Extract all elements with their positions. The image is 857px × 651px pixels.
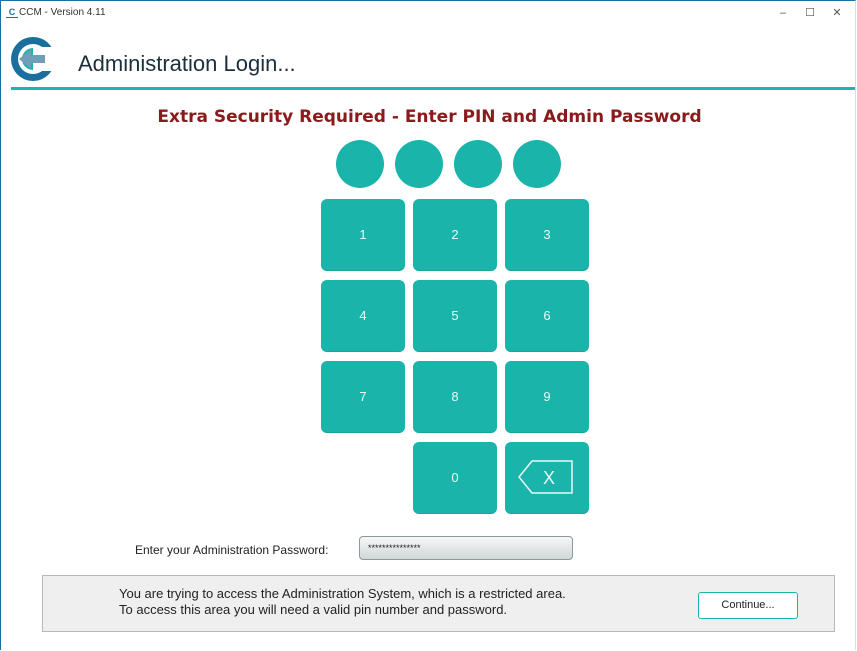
pin-dot bbox=[336, 140, 384, 188]
info-text-line-1: You are trying to access the Administrat… bbox=[119, 586, 566, 601]
header: Administration Login... bbox=[1, 25, 855, 87]
backspace-glyph: X bbox=[543, 468, 555, 488]
app-window: C CCM - Version 4.11 – ☐ ✕ Administratio… bbox=[0, 0, 856, 650]
pin-indicator bbox=[336, 140, 566, 188]
key-0[interactable]: 0 bbox=[413, 442, 497, 514]
password-field[interactable] bbox=[359, 536, 573, 560]
password-label: Enter your Administration Password: bbox=[135, 543, 329, 557]
backspace-key[interactable]: X bbox=[505, 442, 589, 514]
key-4[interactable]: 4 bbox=[321, 280, 405, 352]
continue-button[interactable]: Continue... bbox=[698, 592, 798, 619]
info-panel: You are trying to access the Administrat… bbox=[42, 575, 835, 632]
maximize-button[interactable]: ☐ bbox=[798, 4, 822, 22]
pin-dot bbox=[513, 140, 561, 188]
key-2[interactable]: 2 bbox=[413, 199, 497, 271]
key-1[interactable]: 1 bbox=[321, 199, 405, 271]
info-text-line-2: To access this area you will need a vali… bbox=[119, 602, 508, 617]
key-5[interactable]: 5 bbox=[413, 280, 497, 352]
pin-dot bbox=[454, 140, 502, 188]
security-title: Extra Security Required - Enter PIN and … bbox=[157, 107, 702, 127]
minimize-button[interactable]: – bbox=[771, 4, 795, 22]
pin-dot bbox=[395, 140, 443, 188]
close-button[interactable]: ✕ bbox=[825, 4, 849, 22]
ccm-logo-icon bbox=[11, 37, 55, 81]
title-bar: C CCM - Version 4.11 – ☐ ✕ bbox=[1, 1, 855, 25]
page-title: Administration Login... bbox=[78, 51, 296, 76]
key-3[interactable]: 3 bbox=[505, 199, 589, 271]
key-6[interactable]: 6 bbox=[505, 280, 589, 352]
window-title: CCM - Version 4.11 bbox=[19, 7, 106, 18]
app-icon: C bbox=[6, 7, 18, 18]
key-8[interactable]: 8 bbox=[413, 361, 497, 433]
header-divider bbox=[11, 87, 855, 90]
key-9[interactable]: 9 bbox=[505, 361, 589, 433]
key-7[interactable]: 7 bbox=[321, 361, 405, 433]
backspace-icon: X bbox=[518, 460, 573, 494]
